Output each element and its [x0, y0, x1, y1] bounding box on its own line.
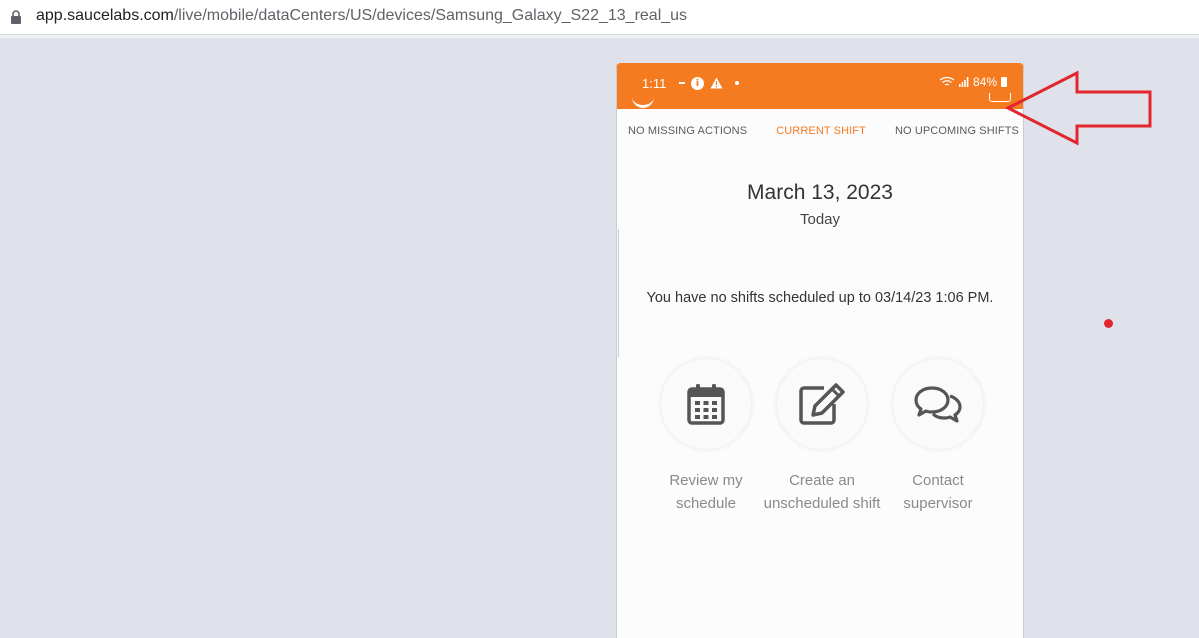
notification-icons: i — [679, 75, 739, 91]
dot-icon — [735, 81, 739, 85]
contact-supervisor-label: Contact supervisor — [903, 472, 973, 512]
system-icons: 84% — [939, 75, 1007, 89]
url-host: app.saucelabs.com — [36, 7, 174, 24]
device-screen[interactable]: 1:11 i 84% NO MISSING ACTIONS CURRENT SH… — [616, 63, 1024, 638]
contact-supervisor-circle[interactable] — [893, 359, 983, 449]
create-shift-button[interactable]: Create an unscheduled shift — [762, 359, 882, 515]
status-bar: 1:11 i 84% — [617, 63, 1023, 109]
drawer-handle[interactable] — [614, 229, 619, 357]
shift-tabs: NO MISSING ACTIONS CURRENT SHIFT NO UPCO… — [617, 109, 1023, 153]
chat-icon — [914, 386, 962, 423]
address-bar[interactable]: app.saucelabs.com/live/mobile/dataCenter… — [0, 0, 1199, 35]
url-path: /live/mobile/dataCenters/US/devices/Sams… — [173, 7, 688, 24]
edit-icon — [799, 383, 845, 425]
review-schedule-button[interactable]: Review my schedule — [646, 359, 766, 515]
page-strip — [0, 35, 1199, 38]
screen: app.saucelabs.com/live/mobile/dataCenter… — [0, 0, 1199, 638]
info-icon: i — [691, 76, 704, 90]
create-shift-circle[interactable] — [777, 359, 867, 449]
no-shifts-message: You have no shifts scheduled up to 03/14… — [646, 290, 994, 306]
warning-icon — [710, 77, 723, 89]
app-logo[interactable] — [632, 93, 654, 108]
annotation-arrow-icon — [1005, 70, 1152, 146]
wifi-icon — [939, 76, 955, 86]
review-schedule-circle[interactable] — [661, 359, 751, 449]
annotation-dot — [1104, 319, 1113, 328]
contact-supervisor-button[interactable]: Contact supervisor — [878, 359, 998, 515]
calendar-icon — [687, 384, 725, 425]
schedule-date: March 13, 2023 — [747, 181, 893, 204]
tab-current-shift[interactable]: CURRENT SHIFT — [776, 125, 866, 137]
tab-upcoming-shifts[interactable]: NO UPCOMING SHIFTS — [895, 125, 1019, 137]
schedule-day-label: Today — [799, 211, 841, 228]
lock-icon — [11, 10, 21, 24]
review-schedule-label: Review my schedule — [669, 472, 743, 512]
create-shift-label: Create an unscheduled shift — [763, 472, 881, 512]
signal-icon — [958, 77, 969, 87]
tab-missing-actions[interactable]: NO MISSING ACTIONS — [628, 125, 747, 137]
url-text[interactable]: app.saucelabs.com/live/mobile/dataCenter… — [36, 7, 687, 25]
battery-level: 84% — [972, 75, 997, 89]
status-time: 1:11 — [642, 76, 667, 91]
dash-icon — [679, 82, 685, 84]
